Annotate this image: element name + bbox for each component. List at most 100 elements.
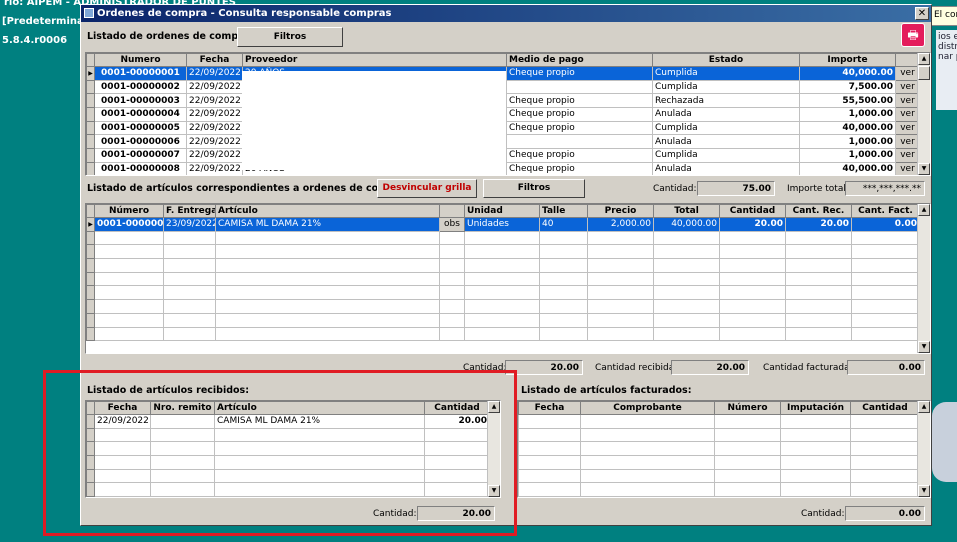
close-button[interactable]: ✕ xyxy=(915,7,929,20)
ver-button[interactable]: ver xyxy=(895,134,920,150)
article-qty-fact: 0.00 xyxy=(851,217,920,232)
col-cantidad[interactable]: Cantidad xyxy=(424,401,490,415)
table-row[interactable] xyxy=(86,230,920,246)
table-row[interactable] xyxy=(86,285,920,301)
table-row[interactable] xyxy=(86,258,920,273)
col-nro-remito[interactable]: Nro. remito xyxy=(150,401,215,415)
table-row[interactable] xyxy=(86,482,490,497)
unlink-grid-button[interactable]: Desvincular grilla xyxy=(377,179,477,198)
col-fecha[interactable]: Fecha xyxy=(186,53,243,67)
order-payment: Cheque propio xyxy=(506,148,653,163)
table-row[interactable] xyxy=(518,441,920,457)
table-row[interactable] xyxy=(86,441,490,457)
article-unit: Unidades xyxy=(464,217,540,232)
table-row[interactable]: 22/09/2022 CAMISA ML DAMA 21% 20.00 xyxy=(86,414,490,429)
col-cant-fact[interactable]: Cant. Fact. xyxy=(851,204,920,218)
table-row[interactable] xyxy=(86,244,920,260)
table-row[interactable] xyxy=(86,455,490,470)
table-row[interactable]: ▶ 0001-00000001 23/09/2022 CAMISA ML DAM… xyxy=(86,217,920,232)
ver-button[interactable]: ver xyxy=(895,120,920,136)
scroll-down-icon[interactable]: ▼ xyxy=(918,341,930,353)
order-date: 22/09/2022 xyxy=(186,161,243,175)
articles-footer-cantidad-value: 20.00 xyxy=(505,360,583,375)
col-total[interactable]: Total xyxy=(653,204,720,218)
col-numero[interactable]: Número xyxy=(714,401,781,415)
col-numero[interactable]: Número xyxy=(94,204,164,218)
invoiced-grid[interactable]: Fecha Comprobante Número Imputación Cant… xyxy=(517,400,931,498)
ver-button[interactable]: ver xyxy=(895,93,920,109)
order-date: 22/09/2022 xyxy=(186,107,243,122)
received-grid[interactable]: Fecha Nro. remito Artículo Cantidad 22/0… xyxy=(85,400,501,498)
ver-button[interactable]: ver xyxy=(895,148,920,163)
table-row[interactable] xyxy=(518,482,920,497)
orders-grid[interactable]: Numero Fecha Proveedor Medio de pago Est… xyxy=(85,52,931,176)
scroll-thumb[interactable] xyxy=(918,66,930,80)
ver-button[interactable]: ver xyxy=(895,107,920,122)
ver-button[interactable]: ver xyxy=(895,79,920,95)
scroll-up-icon[interactable]: ▲ xyxy=(918,401,930,413)
col-cantidad[interactable]: Cantidad xyxy=(719,204,786,218)
col-articulo[interactable]: Artículo xyxy=(215,204,440,218)
order-status: Anulada xyxy=(652,134,800,150)
orders-scrollbar[interactable]: ▲ ▼ xyxy=(917,53,930,175)
articles-scrollbar[interactable]: ▲ ▼ xyxy=(917,204,930,353)
articles-grid[interactable]: Número F. Entrega Artículo Unidad Talle … xyxy=(85,203,931,354)
col-f-entrega[interactable]: F. Entrega xyxy=(163,204,216,218)
col-medio-pago[interactable]: Medio de pago xyxy=(506,53,653,67)
article-price: 2,000.00 xyxy=(587,217,654,232)
article-qty: 20.00 xyxy=(719,217,786,232)
col-estado[interactable]: Estado xyxy=(652,53,800,67)
order-status: Cumplida xyxy=(652,79,800,95)
table-row[interactable] xyxy=(86,326,920,342)
col-unidad[interactable]: Unidad xyxy=(464,204,540,218)
scroll-up-icon[interactable]: ▲ xyxy=(918,204,930,216)
table-row[interactable] xyxy=(86,468,490,484)
order-number: 0001-00000005 xyxy=(94,120,187,136)
scroll-up-icon[interactable]: ▲ xyxy=(918,53,930,65)
window-icon xyxy=(84,8,94,18)
table-row[interactable] xyxy=(518,427,920,443)
scroll-down-icon[interactable]: ▼ xyxy=(918,485,930,497)
col-talle[interactable]: Talle xyxy=(539,204,588,218)
print-button[interactable]: 🖶 xyxy=(901,23,925,47)
col-articulo[interactable]: Artículo xyxy=(214,401,425,415)
scroll-up-icon[interactable]: ▲ xyxy=(488,401,500,413)
table-row[interactable] xyxy=(518,468,920,484)
order-status: Rechazada xyxy=(652,93,800,109)
ver-button[interactable]: ver xyxy=(895,161,920,175)
articles-filter-button[interactable]: Filtros xyxy=(483,179,585,198)
col-proveedor[interactable]: Proveedor xyxy=(242,53,507,67)
invoiced-cantidad-label: Cantidad: xyxy=(801,509,845,519)
col-cantidad[interactable]: Cantidad xyxy=(850,401,920,415)
order-payment: Cheque propio xyxy=(506,107,653,122)
article-qty-rec: 20.00 xyxy=(785,217,852,232)
table-row[interactable] xyxy=(86,271,920,287)
col-imputacion[interactable]: Imputación xyxy=(780,401,851,415)
order-payment: Cheque propio xyxy=(506,120,653,136)
ver-button[interactable]: ver xyxy=(895,66,920,81)
orders-filter-button[interactable]: Filtros xyxy=(237,27,343,47)
col-importe[interactable]: Importe xyxy=(799,53,896,67)
obs-button[interactable]: obs xyxy=(439,217,465,232)
articles-invoiced-value: 0.00 xyxy=(847,360,925,375)
articles-cantidad-label: Cantidad: xyxy=(653,184,697,194)
col-cant-rec[interactable]: Cant. Rec. xyxy=(785,204,852,218)
col-numero[interactable]: Numero xyxy=(94,53,187,67)
table-row[interactable] xyxy=(86,299,920,314)
col-precio[interactable]: Precio xyxy=(587,204,654,218)
col-comprobante[interactable]: Comprobante xyxy=(580,401,715,415)
col-fecha[interactable]: Fecha xyxy=(518,401,581,415)
articles-importe-label: Importe total: xyxy=(787,184,849,194)
col-fecha[interactable]: Fecha xyxy=(94,401,151,415)
title-bar[interactable]: Ordenes de compra - Consulta responsable… xyxy=(81,5,931,22)
table-row[interactable] xyxy=(518,455,920,470)
invoiced-scrollbar[interactable]: ▲ ▼ xyxy=(917,401,930,497)
scroll-down-icon[interactable]: ▼ xyxy=(488,485,500,497)
background-pane-text: ios en distri nar p xyxy=(938,32,957,62)
order-number: 0001-00000007 xyxy=(94,148,187,163)
table-row[interactable] xyxy=(518,414,920,429)
scroll-down-icon[interactable]: ▼ xyxy=(918,163,930,175)
table-row[interactable] xyxy=(86,427,490,443)
table-row[interactable] xyxy=(86,312,920,328)
received-scrollbar[interactable]: ▲ ▼ xyxy=(487,401,500,497)
